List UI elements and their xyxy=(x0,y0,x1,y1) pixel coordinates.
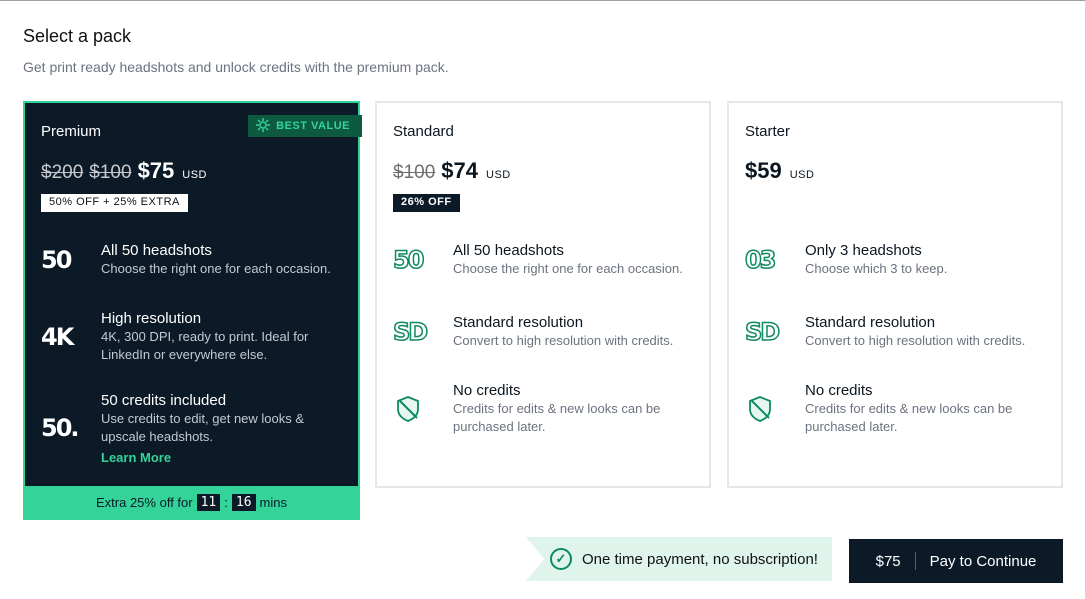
old-price: $200 xyxy=(41,162,84,183)
no-credits-icon xyxy=(393,381,453,436)
starter-pack-card[interactable]: Starter $59 USD 03 Only 3 headshots Choo… xyxy=(727,101,1063,488)
fifty-credits-icon: 50. xyxy=(41,414,79,442)
feature-desc: Use credits to edit, get new looks & ups… xyxy=(101,411,305,444)
timer-prefix: Extra 25% off for xyxy=(96,494,193,510)
feature-desc: 4K, 300 DPI, ready to print. Ideal for L… xyxy=(101,329,309,362)
feature-desc: Credits for edits & new looks can be pur… xyxy=(453,401,661,434)
fifty-headshots-icon: 50 xyxy=(392,245,425,275)
feature-desc: Credits for edits & new looks can be pur… xyxy=(805,401,1013,434)
feature-title: All 50 headshots xyxy=(453,242,564,259)
button-divider xyxy=(914,552,916,570)
pay-label: Pay to Continue xyxy=(929,552,1037,570)
feature-desc: Choose the right one for each occasion. xyxy=(453,261,683,276)
feature-item: 4K High resolution 4K, 300 DPI, ready to… xyxy=(41,309,346,364)
timer-minutes: 11 xyxy=(196,493,221,511)
feature-title: All 50 headshots xyxy=(101,242,212,259)
pack-name: Premium xyxy=(41,123,102,140)
feature-title: Standard resolution xyxy=(453,314,584,331)
learn-more-link[interactable]: Learn More xyxy=(101,450,346,465)
premium-pack-card[interactable]: Premium BEST VALUE $200 $100 $75 USD 50%… xyxy=(23,101,362,520)
no-subscription-notice: ✓ One time payment, no subscription! xyxy=(526,537,832,581)
feature-desc: Choose which 3 to keep. xyxy=(805,261,948,276)
feature-desc: Convert to high resolution with credits. xyxy=(453,333,674,348)
feature-desc: Convert to high resolution with credits. xyxy=(805,333,1026,348)
feature-title: Standard resolution xyxy=(805,314,936,331)
currency-label: USD xyxy=(182,169,208,181)
feature-item: 50. 50 credits included Use credits to e… xyxy=(41,391,346,465)
current-price: $59 xyxy=(745,158,782,183)
feature-title: High resolution xyxy=(101,310,202,327)
discount-badge: 50% OFF + 25% EXTRA xyxy=(41,194,188,212)
notice-text: One time payment, no subscription! xyxy=(582,550,818,568)
feature-title: No credits xyxy=(805,382,873,399)
feature-item: 50 All 50 headshots Choose the right one… xyxy=(41,241,346,278)
timer-colon: : xyxy=(224,494,228,510)
pay-to-continue-button[interactable]: $75 Pay to Continue xyxy=(849,539,1063,583)
page-title: Select a pack xyxy=(23,26,132,46)
old-price: $100 xyxy=(393,162,436,183)
feature-title: 50 credits included xyxy=(101,392,227,409)
old-price: $100 xyxy=(89,162,132,183)
pay-price: $75 xyxy=(875,552,901,570)
price-row: $200 $100 $75 USD xyxy=(41,158,207,184)
feature-item: SD Standard resolution Convert to high r… xyxy=(744,313,1050,350)
feature-item: 50 All 50 headshots Choose the right one… xyxy=(392,241,698,278)
sd-resolution-icon: SD xyxy=(392,317,429,347)
standard-pack-card[interactable]: Standard $100 $74 USD 26% OFF 50 All 50 … xyxy=(375,101,711,488)
feature-item: 03 Only 3 headshots Choose which 3 to ke… xyxy=(744,241,1050,278)
price-row: $100 $74 USD xyxy=(393,158,511,184)
sparkle-icon xyxy=(256,117,271,135)
currency-label: USD xyxy=(789,169,815,181)
timer-seconds: 16 xyxy=(231,493,256,511)
sd-resolution-icon: SD xyxy=(744,317,781,347)
price-row: $59 USD xyxy=(745,158,814,184)
feature-item: No credits Credits for edits & new looks… xyxy=(745,381,1050,436)
countdown-timer: Extra 25% off for 11 : 16 mins xyxy=(25,486,358,518)
best-value-label: BEST VALUE xyxy=(276,120,350,132)
current-price: $75 xyxy=(137,158,175,183)
fifty-headshots-icon: 50 xyxy=(41,245,72,274)
feature-title: Only 3 headshots xyxy=(805,242,922,259)
three-headshots-icon: 03 xyxy=(744,245,777,275)
page-subtitle: Get print ready headshots and unlock cre… xyxy=(23,59,449,75)
no-credits-icon xyxy=(745,381,805,436)
top-divider xyxy=(0,0,1085,1)
current-price: $74 xyxy=(441,158,478,183)
feature-item: No credits Credits for edits & new looks… xyxy=(393,381,698,436)
feature-title: No credits xyxy=(453,382,521,399)
pack-name: Standard xyxy=(393,123,454,140)
currency-label: USD xyxy=(486,169,511,181)
feature-desc: Choose the right one for each occasion. xyxy=(101,261,331,276)
check-circle-icon: ✓ xyxy=(550,548,572,570)
best-value-badge: BEST VALUE xyxy=(248,115,362,137)
pack-name: Starter xyxy=(745,123,791,140)
discount-badge: 26% OFF xyxy=(393,194,460,212)
timer-suffix: mins xyxy=(259,494,287,510)
4k-resolution-icon: 4K xyxy=(41,322,74,351)
feature-item: SD Standard resolution Convert to high r… xyxy=(392,313,698,350)
